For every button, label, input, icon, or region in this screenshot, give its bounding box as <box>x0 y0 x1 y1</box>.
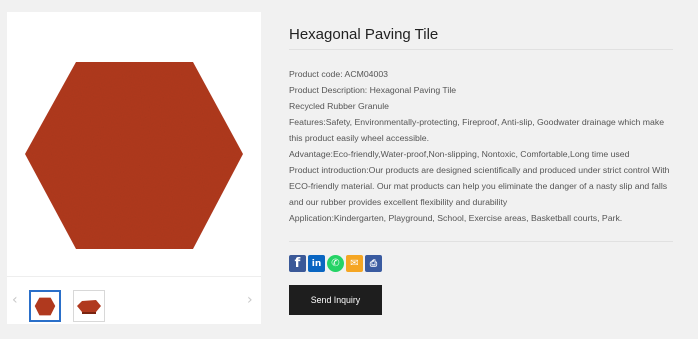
product-info: Hexagonal Paving Tile Product code: ACM0… <box>289 12 673 315</box>
facebook-icon[interactable]: f <box>289 255 306 272</box>
whatsapp-icon[interactable]: ✆ <box>327 255 344 272</box>
detail-application: Application:Kindergarten, Playground, Sc… <box>289 213 623 223</box>
product-title: Hexagonal Paving Tile <box>289 26 439 43</box>
title-divider <box>289 49 673 50</box>
thumbnail-strip: ‹ › <box>7 276 261 325</box>
hexagon-tile-side-thumb-image <box>77 300 101 314</box>
share-bar: f in ✆ ✉ ⎙ <box>289 255 382 272</box>
detail-description: Product Description: Hexagonal Paving Ti… <box>289 85 457 95</box>
detail-product-code: Product code: ACM04003 <box>289 69 389 79</box>
detail-features: Features:Safety, Environmentally-protect… <box>289 117 665 143</box>
prev-thumbnail-arrow[interactable]: ‹ <box>12 293 18 307</box>
details-divider <box>289 241 673 242</box>
hexagon-tile-thumb-image <box>34 297 56 316</box>
email-icon[interactable]: ✉ <box>346 255 363 272</box>
send-inquiry-button[interactable]: Send Inquiry <box>289 285 382 315</box>
product-gallery: ‹ › <box>7 12 261 324</box>
thumbnail-hexagon-tile-side[interactable] <box>73 290 105 322</box>
main-product-image[interactable] <box>7 12 261 267</box>
next-thumbnail-arrow[interactable]: › <box>247 293 253 307</box>
product-details: Product code: ACM04003 Product Descripti… <box>289 66 673 226</box>
detail-material: Recycled Rubber Granule <box>289 101 389 111</box>
detail-introduction: Product introduction:Our products are de… <box>289 165 670 207</box>
thumbnail-hexagon-tile[interactable] <box>29 290 61 322</box>
print-icon[interactable]: ⎙ <box>365 255 382 272</box>
detail-advantage: Advantage:Eco-friendly,Water-proof,Non-s… <box>289 149 630 159</box>
hexagon-tile-image <box>25 62 243 249</box>
linkedin-icon[interactable]: in <box>308 255 325 272</box>
